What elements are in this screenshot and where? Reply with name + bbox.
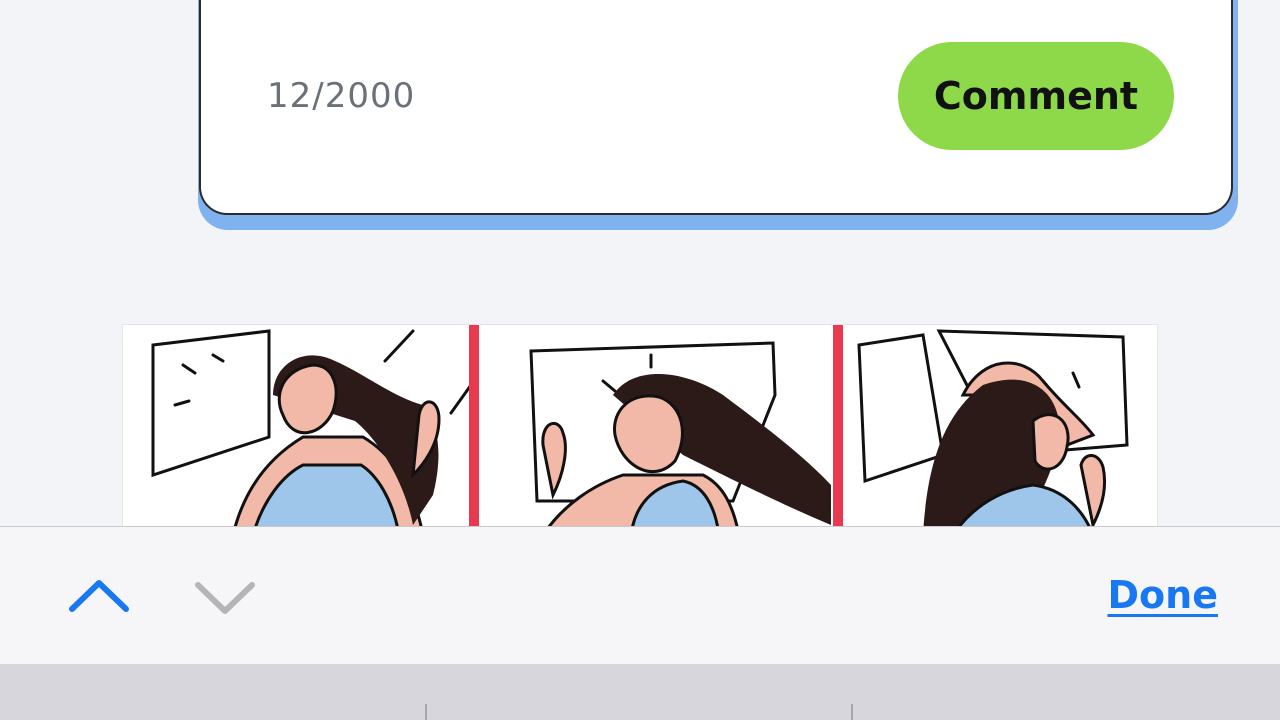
panel-divider-1 [469,325,479,533]
done-button[interactable]: Done [1108,573,1218,617]
illustration-svg [151,325,1129,533]
sleeping-positions-illustration [122,324,1158,534]
keyboard-key-divider [425,704,427,720]
comment-card: 12/2000 Comment [199,0,1233,215]
keyboard-accessory-bar: Done [0,526,1280,664]
keyboard-top-edge [0,664,1280,720]
comment-button[interactable]: Comment [898,42,1174,150]
chevron-down-icon[interactable] [190,573,260,625]
character-counter: 12/2000 [267,76,416,116]
keyboard-key-divider [851,704,853,720]
chevron-up-icon[interactable] [64,571,134,623]
panel-2 [529,341,831,533]
panel-3 [857,329,1129,533]
panel-divider-2 [833,325,843,533]
panel-1 [151,329,473,533]
page: 12/2000 Comment Done [0,0,1280,720]
